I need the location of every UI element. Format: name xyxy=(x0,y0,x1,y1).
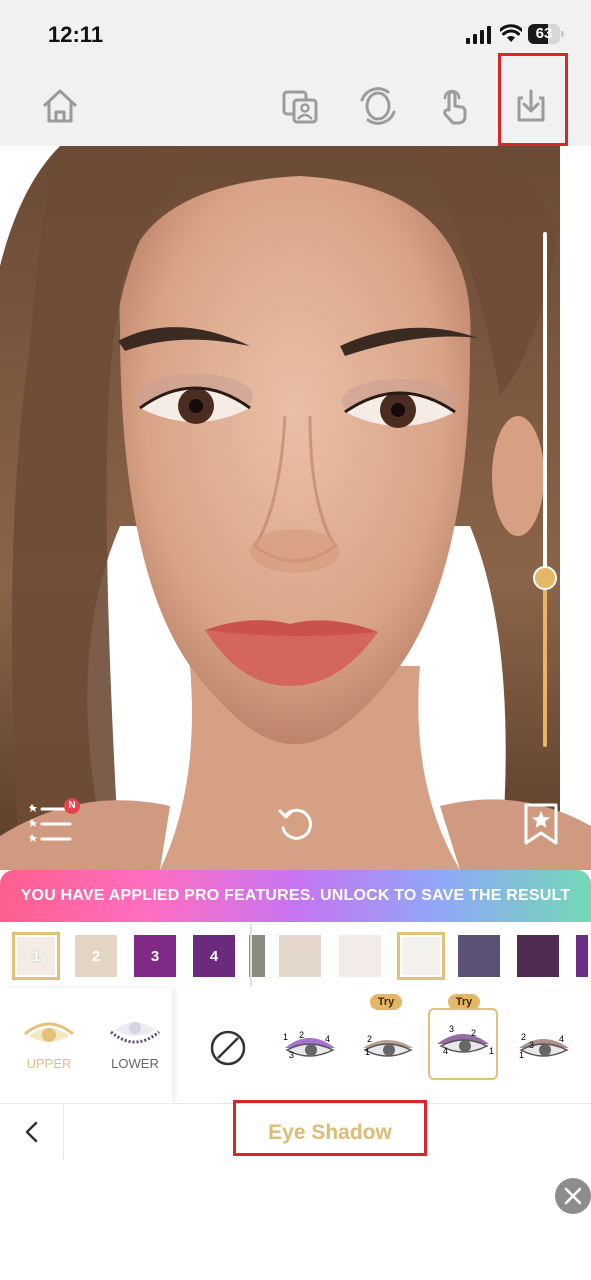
battery-body: 63 xyxy=(528,24,560,44)
top-toolbar xyxy=(0,53,591,146)
svg-text:2: 2 xyxy=(299,1030,304,1040)
swatch-label: 1 xyxy=(31,947,41,965)
intensity-slider-thumb[interactable] xyxy=(533,566,557,590)
lower-eye-icon xyxy=(110,1022,160,1044)
upper-eye-icon xyxy=(24,1022,74,1042)
bookmark-star-icon[interactable] xyxy=(518,801,564,847)
compare-photo-button[interactable] xyxy=(272,78,328,134)
eyeshadow-style-1[interactable]: 1 2 4 3 xyxy=(274,1018,344,1078)
close-ad-button[interactable] xyxy=(555,1178,591,1214)
eyeshadow-style-2[interactable]: 2 1 xyxy=(352,1018,422,1078)
pro-features-banner[interactable]: YOU HAVE APPLIED PRO FEATURES. UNLOCK TO… xyxy=(0,870,591,922)
download-highlight xyxy=(498,53,568,146)
no-style-option[interactable] xyxy=(193,1018,263,1078)
eyeshadow-style-4[interactable]: 2 3 4 1 xyxy=(508,1018,578,1078)
style-3-eye-icon: 3 2 4 1 xyxy=(437,1024,494,1056)
battery-icon: 63 xyxy=(528,24,564,44)
svg-text:2: 2 xyxy=(471,1028,476,1038)
palette-swatch[interactable] xyxy=(514,932,562,980)
svg-text:3: 3 xyxy=(529,1040,534,1050)
bottom-bar: Eye Shadow xyxy=(0,1100,591,1159)
reset-icon[interactable] xyxy=(274,801,320,847)
intensity-track-fill xyxy=(543,577,547,747)
palette-swatch-1[interactable]: 1 xyxy=(12,932,60,980)
palette-swatch-2[interactable]: 2 xyxy=(72,932,120,980)
svg-text:4: 4 xyxy=(443,1046,448,1056)
battery-tip xyxy=(561,31,564,37)
battery-level: 63 xyxy=(535,25,553,42)
new-badge: N xyxy=(64,798,80,814)
chevron-left-icon xyxy=(25,1121,37,1142)
swatch-fill xyxy=(339,935,381,977)
compare-photo-icon xyxy=(282,90,318,124)
style-1-eye-icon: 1 2 4 3 xyxy=(283,1030,335,1060)
palette-swatch-3[interactable]: 3 xyxy=(131,932,179,980)
palette-swatch-selected[interactable] xyxy=(397,932,445,980)
swatch-fill xyxy=(402,937,440,975)
touch-icon xyxy=(443,89,467,125)
palette-swatch[interactable] xyxy=(276,932,324,980)
svg-text:3: 3 xyxy=(449,1024,454,1034)
pro-banner-text: YOU HAVE APPLIED PRO FEATURES. UNLOCK TO… xyxy=(20,887,571,904)
svg-text:4: 4 xyxy=(325,1034,330,1044)
intensity-track[interactable] xyxy=(543,232,547,577)
style-4-eye-icon: 2 3 4 1 xyxy=(519,1032,569,1060)
svg-text:2: 2 xyxy=(367,1034,372,1044)
home-icon xyxy=(43,89,77,123)
svg-text:1: 1 xyxy=(283,1032,288,1042)
status-time: 12:11 xyxy=(48,22,104,47)
back-button[interactable] xyxy=(0,1104,64,1159)
swatch-fill xyxy=(576,935,588,977)
face-photo[interactable] xyxy=(0,146,591,870)
palette-swatch-4[interactable]: 4 xyxy=(190,932,238,980)
palette-row: 1 2 3 4 xyxy=(0,922,591,988)
svg-text:1: 1 xyxy=(519,1050,524,1060)
eyeshadow-style-3-selected[interactable]: 3 2 4 1 xyxy=(428,1008,498,1080)
none-icon xyxy=(210,1030,246,1066)
svg-text:2: 2 xyxy=(521,1032,526,1042)
swatch-fill xyxy=(458,935,500,977)
face-illustration xyxy=(0,146,591,870)
svg-text:3: 3 xyxy=(289,1050,294,1060)
close-icon xyxy=(564,1187,582,1205)
face-swap-icon xyxy=(360,87,396,125)
home-button[interactable] xyxy=(32,78,88,134)
upper-eye-option[interactable]: UPPER xyxy=(14,1016,84,1076)
eye-style-row: UPPER LOWER 1 2 4 3 Try 2 1 Try 3 2 4 1 … xyxy=(0,988,591,1103)
swatch-label: 4 xyxy=(209,947,219,965)
lower-label: LOWER xyxy=(111,1056,159,1071)
lower-eye-option[interactable]: LOWER xyxy=(100,1016,170,1076)
signal-icon xyxy=(466,26,491,44)
wifi-icon xyxy=(500,24,522,42)
svg-text:1: 1 xyxy=(365,1047,370,1057)
swatch-label: 3 xyxy=(150,947,160,965)
palette-swatch[interactable] xyxy=(336,932,384,980)
palette-swatch[interactable] xyxy=(573,932,591,980)
upper-label: UPPER xyxy=(26,1056,72,1071)
palette-swatch[interactable] xyxy=(455,932,503,980)
swatch-label: 2 xyxy=(91,947,101,965)
style-2-eye-icon: 2 1 xyxy=(363,1034,413,1057)
touch-button[interactable] xyxy=(426,78,482,134)
svg-text:1: 1 xyxy=(489,1046,494,1056)
eye-area-selector: UPPER LOWER xyxy=(0,988,172,1103)
palette-divider xyxy=(250,924,252,986)
svg-text:4: 4 xyxy=(559,1034,564,1044)
title-highlight xyxy=(233,1100,427,1156)
try-badge: Try xyxy=(370,994,402,1010)
swatch-fill xyxy=(517,935,559,977)
swatch-fill xyxy=(279,935,321,977)
face-swap-button[interactable] xyxy=(350,78,406,134)
